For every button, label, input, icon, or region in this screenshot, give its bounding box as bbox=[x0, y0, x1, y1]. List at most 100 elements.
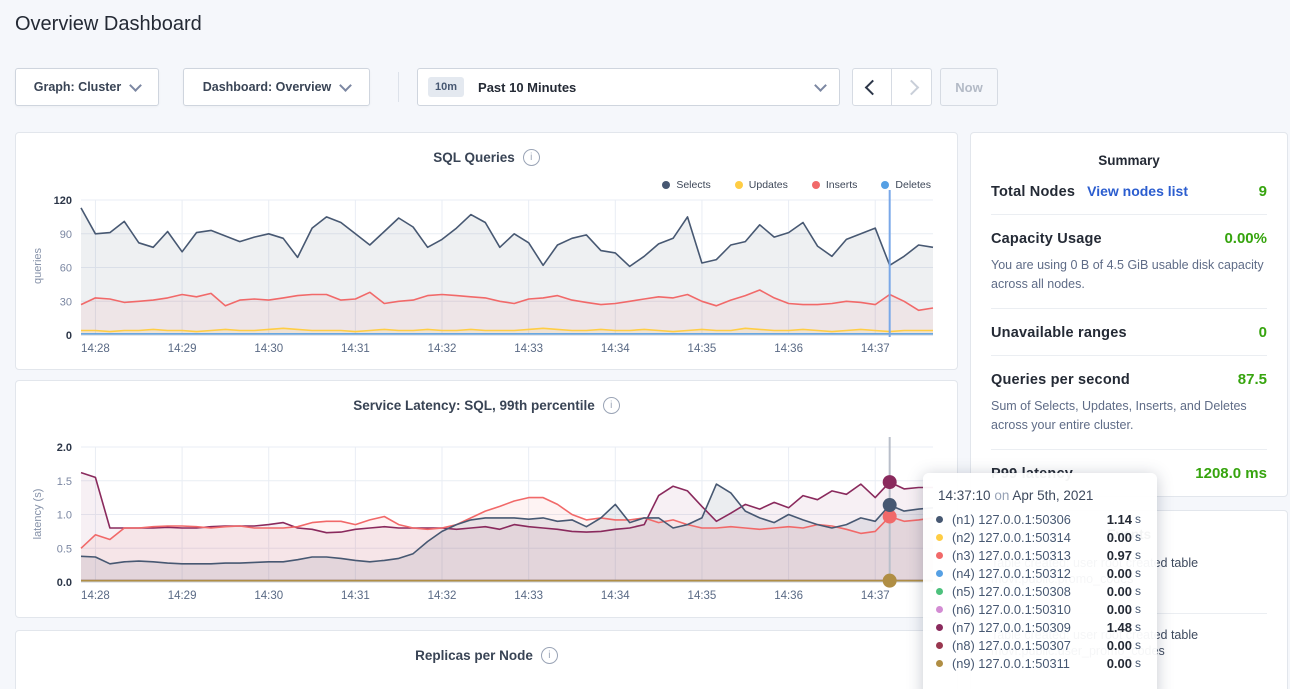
svg-text:14:30: 14:30 bbox=[254, 343, 283, 355]
svg-text:14:31: 14:31 bbox=[341, 343, 370, 355]
replicas-title-row: Replicas per Node i bbox=[16, 647, 957, 664]
node-address: (n7) 127.0.0.1:50309 bbox=[952, 620, 1071, 635]
node-color-dot bbox=[936, 534, 943, 541]
summary-row-qps: Queries per second 87.5 Sum of Selects, … bbox=[991, 356, 1267, 450]
tooltip-on: on bbox=[994, 488, 1012, 503]
now-button[interactable]: Now bbox=[940, 68, 998, 106]
node-color-dot bbox=[936, 552, 943, 559]
node-address: (n2) 127.0.0.1:50314 bbox=[952, 530, 1071, 545]
svg-text:90: 90 bbox=[60, 229, 72, 241]
tooltip-node-row: (n8) 127.0.0.1:503070.00s bbox=[936, 636, 1141, 654]
svg-text:14:30: 14:30 bbox=[254, 590, 283, 602]
svg-text:1.5: 1.5 bbox=[57, 476, 72, 488]
total-nodes-label: Total Nodes bbox=[991, 184, 1075, 200]
tooltip-node-row: (n6) 127.0.0.1:50310 0.00s bbox=[936, 600, 1141, 618]
node-latency-value: 1.48 bbox=[1107, 620, 1132, 635]
svg-text:14:31: 14:31 bbox=[341, 590, 370, 602]
svg-text:120: 120 bbox=[54, 195, 72, 207]
node-color-dot bbox=[936, 516, 943, 523]
graph-dropdown[interactable]: Graph: Cluster bbox=[15, 68, 159, 106]
tooltip-time: 14:37:10 bbox=[938, 488, 991, 503]
time-forward-button[interactable] bbox=[892, 69, 931, 105]
summary-panel: Summary Total Nodes View nodes list 9 Ca… bbox=[970, 132, 1288, 497]
node-latency-value: 1.14 bbox=[1107, 512, 1132, 527]
service-latency-chart[interactable]: 14:2814:2914:3014:3114:3214:3314:3414:35… bbox=[16, 381, 957, 617]
tooltip-date: Apr 5th, 2021 bbox=[1012, 488, 1093, 503]
summary-row-unavailable: Unavailable ranges 0 bbox=[991, 309, 1267, 356]
svg-text:14:37: 14:37 bbox=[861, 343, 890, 355]
svg-text:0.0: 0.0 bbox=[57, 577, 72, 589]
svg-text:14:36: 14:36 bbox=[774, 343, 803, 355]
tooltip-rows: (n1) 127.0.0.1:503061.14s(n2) 127.0.0.1:… bbox=[936, 510, 1141, 672]
latency-unit: s bbox=[1135, 656, 1141, 670]
svg-text:0.5: 0.5 bbox=[57, 543, 72, 555]
service-latency-panel: Service Latency: SQL, 99th percentile i … bbox=[15, 380, 958, 618]
svg-text:14:35: 14:35 bbox=[688, 590, 717, 602]
svg-text:14:32: 14:32 bbox=[428, 343, 457, 355]
time-nav-arrows bbox=[852, 68, 932, 106]
node-address: (n4) 127.0.0.1:50312 bbox=[952, 566, 1071, 581]
node-address: (n9) 127.0.0.1:50311 bbox=[952, 656, 1070, 671]
node-address: (n6) 127.0.0.1:50310 bbox=[952, 602, 1071, 617]
node-color-dot bbox=[936, 642, 943, 649]
tooltip-node-row: (n1) 127.0.0.1:50306 1.14s bbox=[936, 510, 1141, 528]
chevron-down-icon bbox=[339, 79, 352, 92]
info-icon[interactable]: i bbox=[541, 647, 558, 664]
node-latency-value: 0.00 bbox=[1107, 602, 1132, 617]
replicas-per-node-panel: Replicas per Node i bbox=[15, 630, 958, 689]
tooltip-node-row: (n4) 127.0.0.1:50312 0.00s bbox=[936, 564, 1141, 582]
summary-row-total-nodes: Total Nodes View nodes list 9 bbox=[991, 168, 1267, 215]
node-latency-value: 0.00 bbox=[1107, 566, 1132, 581]
latency-unit: s bbox=[1135, 566, 1141, 580]
summary-row-capacity: Capacity Usage 0.00% You are using 0 B o… bbox=[991, 215, 1267, 309]
tooltip-node-row: (n9) 127.0.0.1:50311 0.00s bbox=[936, 654, 1141, 672]
svg-text:14:33: 14:33 bbox=[514, 343, 543, 355]
svg-text:14:28: 14:28 bbox=[81, 343, 110, 355]
qps-value: 87.5 bbox=[1238, 371, 1267, 388]
svg-text:14:37: 14:37 bbox=[861, 590, 890, 602]
time-range-label: Past 10 Minutes bbox=[478, 80, 576, 95]
svg-text:14:29: 14:29 bbox=[168, 343, 197, 355]
node-color-dot bbox=[936, 624, 943, 631]
chart-title: Replicas per Node bbox=[415, 648, 533, 663]
qps-label: Queries per second bbox=[991, 372, 1130, 388]
node-color-dot bbox=[936, 588, 943, 595]
overview-dashboard-page: Overview Dashboard Graph: Cluster Dashbo… bbox=[0, 0, 1290, 689]
total-nodes-value: 9 bbox=[1259, 183, 1267, 200]
qps-desc: Sum of Selects, Updates, Inserts, and De… bbox=[991, 397, 1267, 435]
chevron-right-icon bbox=[904, 79, 920, 95]
latency-unit: s bbox=[1135, 548, 1141, 562]
svg-text:14:28: 14:28 bbox=[81, 590, 110, 602]
node-address: (n3) 127.0.0.1:50313 bbox=[952, 548, 1071, 563]
node-address: (n8) 127.0.0.1:50307 bbox=[952, 638, 1071, 653]
node-latency-value: 0.00 bbox=[1107, 530, 1132, 545]
dashboard-dropdown-label: Dashboard: Overview bbox=[203, 80, 332, 94]
chevron-down-icon bbox=[129, 79, 142, 92]
chevron-left-icon bbox=[864, 79, 880, 95]
svg-text:30: 30 bbox=[60, 296, 72, 308]
tooltip-node-row: (n2) 127.0.0.1:50314 0.00s bbox=[936, 528, 1141, 546]
latency-unit: s bbox=[1135, 602, 1141, 616]
time-range-selector[interactable]: 10m Past 10 Minutes bbox=[417, 68, 840, 106]
latency-unit: s bbox=[1135, 512, 1141, 526]
node-latency-value: 0.97 bbox=[1107, 548, 1132, 563]
svg-text:0: 0 bbox=[66, 330, 72, 342]
svg-text:14:32: 14:32 bbox=[428, 590, 457, 602]
tooltip-node-row: (n3) 127.0.0.1:50313 0.97s bbox=[936, 546, 1141, 564]
view-nodes-list-link[interactable]: View nodes list bbox=[1087, 183, 1188, 199]
tooltip-node-row: (n7) 127.0.0.1:503091.48s bbox=[936, 618, 1141, 636]
graph-dropdown-label: Graph: Cluster bbox=[34, 80, 122, 94]
dashboard-dropdown[interactable]: Dashboard: Overview bbox=[183, 68, 370, 106]
summary-title: Summary bbox=[971, 133, 1287, 168]
node-address: (n1) 127.0.0.1:50306 bbox=[952, 512, 1071, 527]
latency-unit: s bbox=[1135, 530, 1141, 544]
node-latency-value: 0.00 bbox=[1107, 656, 1132, 671]
time-back-button[interactable] bbox=[853, 69, 892, 105]
svg-text:14:35: 14:35 bbox=[688, 343, 717, 355]
node-color-dot bbox=[936, 606, 943, 613]
node-address: (n5) 127.0.0.1:50308 bbox=[952, 584, 1071, 599]
sql-queries-chart[interactable]: 14:2814:2914:3014:3114:3214:3314:3414:35… bbox=[16, 133, 957, 369]
svg-text:14:33: 14:33 bbox=[514, 590, 543, 602]
node-latency-value: 0.00 bbox=[1107, 638, 1132, 653]
svg-text:60: 60 bbox=[60, 263, 72, 275]
